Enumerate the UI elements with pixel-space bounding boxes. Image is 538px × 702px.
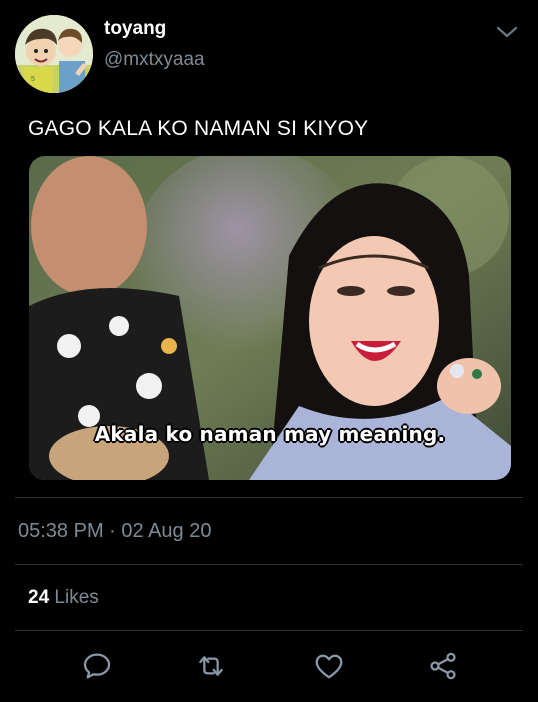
tweet-detail: 5 toyang @mxtxyaaa GAGO KALA KO NAMAN SI… — [0, 0, 538, 702]
retweet-icon — [199, 656, 223, 676]
like-button[interactable] — [311, 648, 347, 684]
media-caption: Akala ko naman may meaning. — [94, 422, 446, 446]
share-button[interactable] — [425, 648, 461, 684]
divider — [15, 630, 523, 631]
share-icon — [430, 652, 456, 680]
more-options-button[interactable] — [493, 20, 521, 44]
display-name[interactable]: toyang — [104, 18, 166, 40]
chevron-down-icon — [496, 26, 518, 38]
tweet-text: GAGO KALA KO NAMAN SI KIYOY — [28, 117, 369, 140]
svg-text:5: 5 — [31, 76, 35, 83]
likes-label: Likes — [54, 587, 99, 608]
reply-button[interactable] — [79, 648, 115, 684]
divider — [15, 564, 523, 565]
retweet-button[interactable] — [193, 648, 229, 684]
avatar[interactable]: 5 — [15, 15, 93, 93]
tweet-media[interactable]: Akala ko naman may meaning. — [29, 156, 511, 480]
reply-icon — [83, 653, 111, 679]
likes-count: 24 — [28, 587, 50, 608]
tweet-timestamp: 05:38 PM · 02 Aug 20 — [18, 520, 212, 542]
heart-icon — [315, 654, 343, 679]
divider — [15, 497, 523, 498]
user-handle[interactable]: @mxtxyaaa — [104, 49, 205, 71]
avatar-illustration: 5 — [15, 15, 93, 93]
likes-link[interactable]: 24 Likes — [28, 587, 99, 609]
